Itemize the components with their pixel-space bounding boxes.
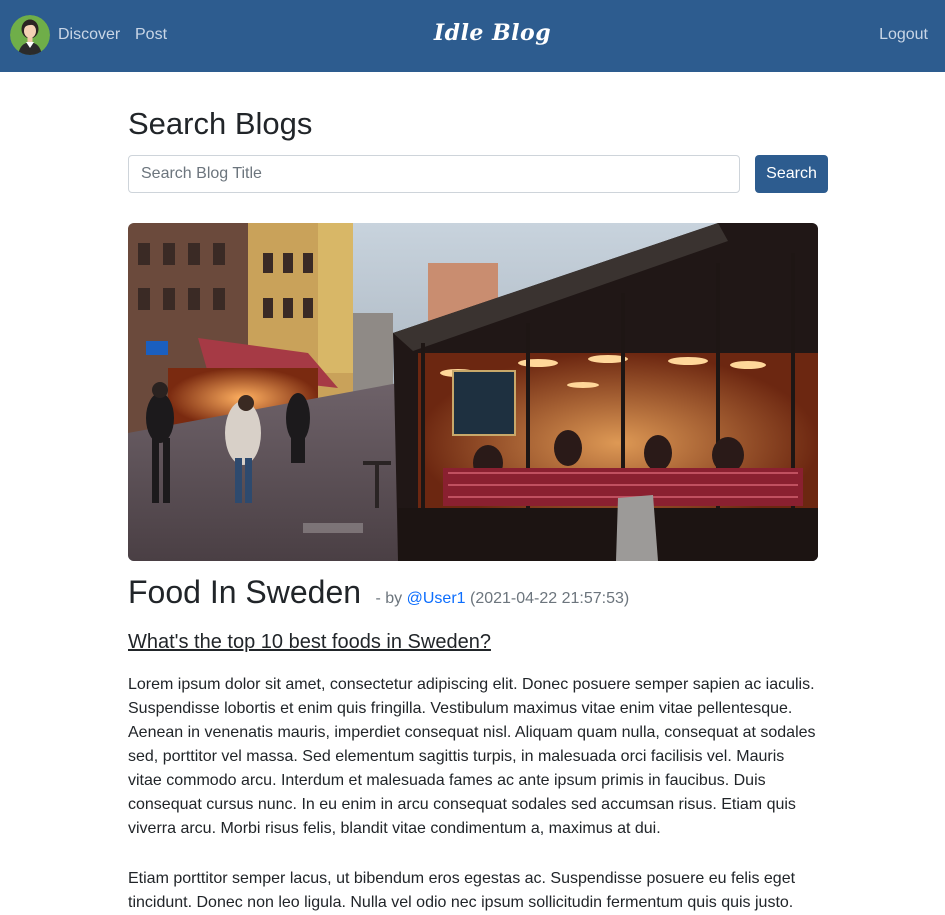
site-brand[interactable]: Idle Blog <box>0 20 945 46</box>
blog-subtitle[interactable]: What's the top 10 best foods in Sweden? <box>128 631 491 654</box>
top-navbar: Discover Post Idle Blog Logout <box>0 0 945 72</box>
post-timestamp: (2021-04-22 21:57:53) <box>470 590 630 607</box>
page-title: Search Blogs <box>128 106 313 141</box>
blog-paragraph: Etiam porttitor semper lacus, ut bibendu… <box>128 870 796 911</box>
blog-meta: - by @User1 (2021-04-22 21:57:53) <box>376 590 630 607</box>
search-input[interactable] <box>128 155 740 193</box>
by-prefix: - by <box>375 590 403 607</box>
blog-title[interactable]: Food In Sweden <box>128 574 361 610</box>
blog-paragraph: Lorem ipsum dolor sit amet, consectetur … <box>128 676 816 837</box>
nav-logout-link[interactable]: Logout <box>879 25 928 45</box>
search-button[interactable]: Search <box>755 155 828 193</box>
author-link[interactable]: @User1 <box>407 590 466 607</box>
blog-cover-image <box>128 223 818 561</box>
blog-header: Food In Sweden - by @User1 (2021-04-22 2… <box>128 574 828 611</box>
